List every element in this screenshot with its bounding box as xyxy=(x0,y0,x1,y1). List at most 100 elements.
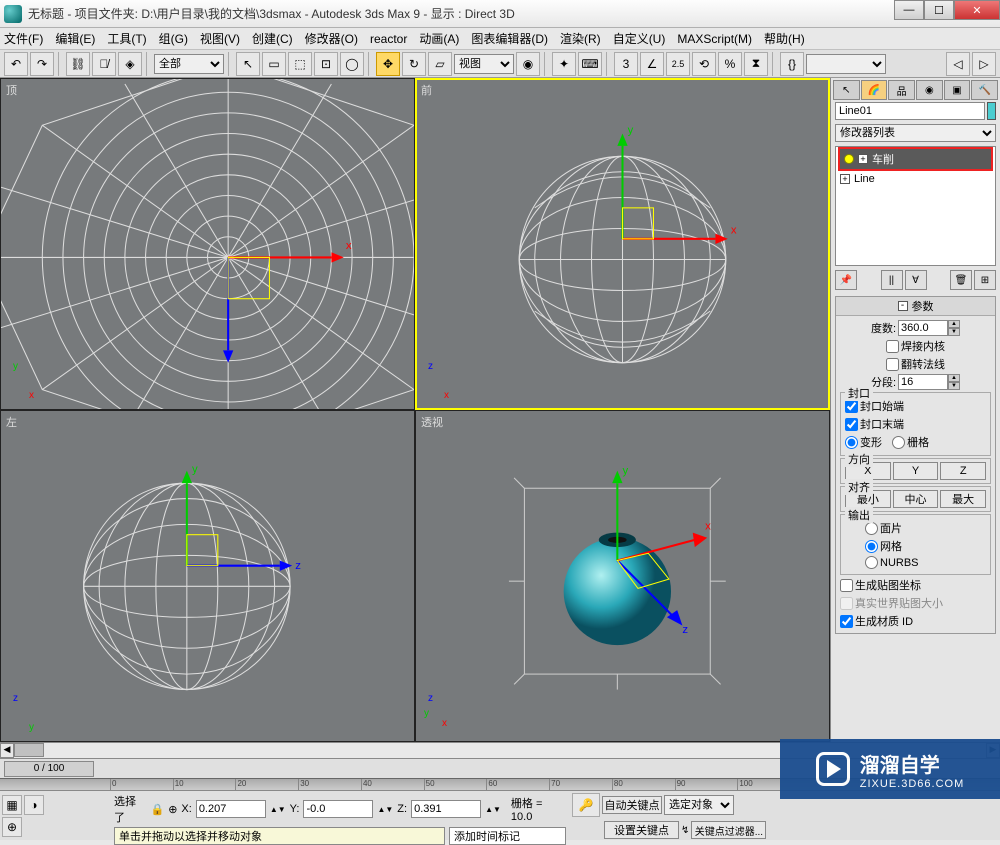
output-mesh-radio[interactable] xyxy=(865,540,878,553)
spinner-down-icon[interactable]: ▼ xyxy=(948,328,960,336)
key-icon[interactable]: 🔑 xyxy=(572,793,600,817)
pivot-button[interactable]: ◉ xyxy=(516,52,540,76)
remove-mod-button[interactable]: 🗑 xyxy=(950,270,972,290)
grid-radio[interactable] xyxy=(892,436,905,449)
percent-snap-button[interactable]: 2.5 xyxy=(666,52,690,76)
gen-mat-check[interactable] xyxy=(840,615,853,628)
menu-render[interactable]: 渲染(R) xyxy=(560,30,601,47)
viewport-front[interactable]: 前 x y zx xyxy=(416,79,829,409)
select-region-button[interactable]: ⬚ xyxy=(288,52,312,76)
z-coord-input[interactable] xyxy=(411,800,481,818)
key-filter-button[interactable]: 关键点过滤器... xyxy=(691,821,766,839)
spinner-up-icon[interactable]: ▲ xyxy=(948,374,960,382)
select-button[interactable]: ↖ xyxy=(236,52,260,76)
manipulate-button[interactable]: ✦ xyxy=(552,52,576,76)
cap-end-check[interactable] xyxy=(845,418,858,431)
scale-button[interactable]: ▱ xyxy=(428,52,452,76)
degrees-input[interactable] xyxy=(898,320,948,336)
rotate-button[interactable]: ↻ xyxy=(402,52,426,76)
select-lasso-button[interactable]: ◯ xyxy=(340,52,364,76)
bind-button[interactable]: ◈ xyxy=(118,52,142,76)
viewport-left[interactable]: 左 y z zy xyxy=(1,411,414,741)
snap-button[interactable]: 3 xyxy=(614,52,638,76)
show-end-button[interactable]: || xyxy=(881,270,903,290)
setkey-button[interactable]: 设置关键点 xyxy=(604,821,679,839)
viewport-top[interactable]: 顶 x yx xyxy=(1,79,414,409)
selection-filter[interactable]: 全部 xyxy=(154,54,224,74)
make-unique-button[interactable]: ∀ xyxy=(905,270,927,290)
menu-customize[interactable]: 自定义(U) xyxy=(613,30,666,47)
tab-display[interactable]: ▣ xyxy=(944,80,971,100)
menu-maxscript[interactable]: MAXScript(M) xyxy=(677,32,752,46)
stack-item-lathe[interactable]: + 车削 xyxy=(840,149,991,169)
lock-selection-button[interactable]: ⊕ xyxy=(2,817,22,837)
output-patch-radio[interactable] xyxy=(865,522,878,535)
menu-modifiers[interactable]: 修改器(O) xyxy=(305,30,358,47)
weld-core-check[interactable] xyxy=(886,340,899,353)
named-sel-dropdown[interactable] xyxy=(806,54,886,74)
mirror-button[interactable]: ⧗ xyxy=(744,52,768,76)
tab-utilities[interactable]: 🔨 xyxy=(971,80,998,100)
curve-editor-button[interactable]: ◑ xyxy=(24,795,44,815)
tab-modify[interactable]: 🌈 xyxy=(861,80,888,100)
lightbulb-icon[interactable] xyxy=(844,154,854,164)
menu-graph[interactable]: 图表编辑器(D) xyxy=(471,30,548,47)
tab-hierarchy[interactable]: 品 xyxy=(888,80,915,100)
menu-file[interactable]: 文件(F) xyxy=(4,30,43,47)
object-color-swatch[interactable] xyxy=(987,102,996,120)
autokey-button[interactable]: 自动关键点 xyxy=(602,796,662,814)
align-max-button[interactable]: 最大 xyxy=(940,490,986,508)
close-button[interactable]: ✕ xyxy=(954,0,1000,20)
window-crossing-button[interactable]: ⊡ xyxy=(314,52,338,76)
menu-create[interactable]: 创建(C) xyxy=(252,30,293,47)
redo-button[interactable]: ↷ xyxy=(30,52,54,76)
rollout-params-header[interactable]: -参数 xyxy=(836,297,995,316)
viewport-perspective[interactable]: 透视 y x z xyxy=(416,411,829,741)
menu-animation[interactable]: 动画(A) xyxy=(419,30,459,47)
next-frame-button[interactable]: ▷ xyxy=(972,52,996,76)
menu-group[interactable]: 组(G) xyxy=(159,30,188,47)
move-button[interactable]: ✥ xyxy=(376,52,400,76)
maximize-button[interactable]: ☐ xyxy=(924,0,954,20)
keyboard-button[interactable]: ⌨ xyxy=(578,52,602,76)
named-sel-set-button[interactable]: {} xyxy=(780,52,804,76)
segments-input[interactable] xyxy=(898,374,948,390)
undo-button[interactable]: ↶ xyxy=(4,52,28,76)
minimize-button[interactable]: — xyxy=(894,0,924,20)
expand-icon[interactable]: + xyxy=(858,154,868,164)
y-coord-input[interactable] xyxy=(303,800,373,818)
menu-tools[interactable]: 工具(T) xyxy=(107,30,146,47)
gen-map-check[interactable] xyxy=(840,579,853,592)
modifier-stack[interactable]: + 车削 + Line xyxy=(835,146,996,266)
tab-create[interactable]: ↖ xyxy=(833,80,860,100)
morph-radio[interactable] xyxy=(845,436,858,449)
menu-views[interactable]: 视图(V) xyxy=(200,30,240,47)
dir-z-button[interactable]: Z xyxy=(940,462,986,480)
pin-stack-button[interactable]: 📌 xyxy=(835,270,857,290)
lock-icon[interactable]: 🔒 xyxy=(150,803,164,816)
select-name-button[interactable]: ▭ xyxy=(262,52,286,76)
object-name-field[interactable] xyxy=(835,102,985,120)
time-tag-field[interactable]: 添加时间标记 xyxy=(449,827,566,845)
output-nurbs-radio[interactable] xyxy=(865,556,878,569)
align-center-button[interactable]: 中心 xyxy=(893,490,939,508)
stack-item-line[interactable]: + Line xyxy=(836,171,995,187)
menu-reactor[interactable]: reactor xyxy=(370,32,407,46)
spinner-down-icon[interactable]: ▼ xyxy=(948,382,960,390)
edit-named-sel-button[interactable]: % xyxy=(718,52,742,76)
modifier-list[interactable]: 修改器列表 xyxy=(835,124,996,142)
key-target-select[interactable]: 选定对象 xyxy=(664,795,734,815)
spinner-up-icon[interactable]: ▲ xyxy=(948,320,960,328)
prev-frame-button[interactable]: ◁ xyxy=(946,52,970,76)
x-coord-input[interactable] xyxy=(196,800,266,818)
angle-snap-button[interactable]: ∠ xyxy=(640,52,664,76)
cap-start-check[interactable] xyxy=(845,400,858,413)
link-button[interactable]: ⛓ xyxy=(66,52,90,76)
dir-y-button[interactable]: Y xyxy=(893,462,939,480)
tab-motion[interactable]: ◉ xyxy=(916,80,943,100)
configure-button[interactable]: ⊞ xyxy=(974,270,996,290)
flip-normals-check[interactable] xyxy=(886,358,899,371)
script-listener-button[interactable]: ▦ xyxy=(2,795,22,815)
time-slider[interactable]: 0 / 100 xyxy=(4,761,94,777)
menu-help[interactable]: 帮助(H) xyxy=(764,30,805,47)
